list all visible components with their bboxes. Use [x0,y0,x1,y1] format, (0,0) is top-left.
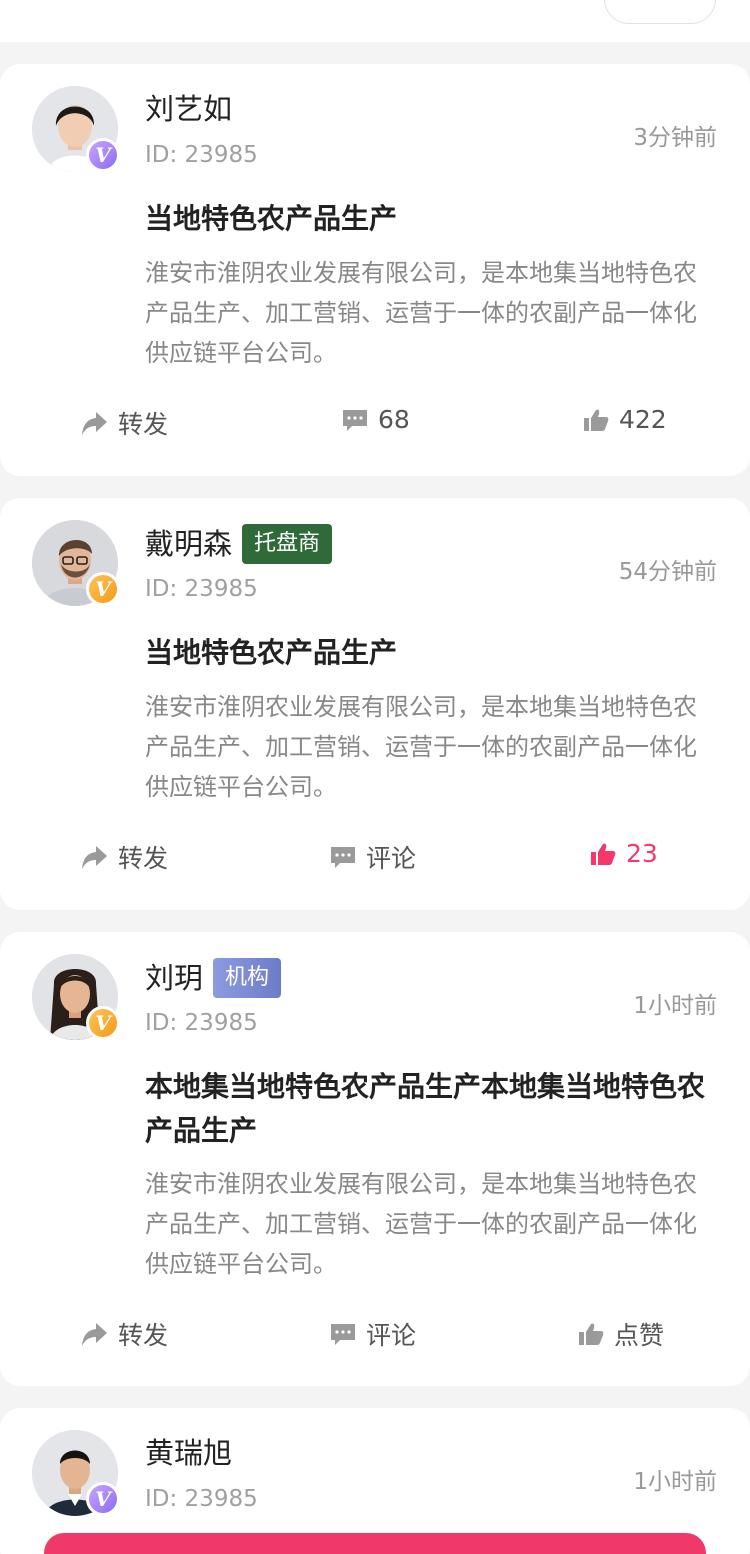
author-name[interactable]: 黄瑞旭 [145,1434,232,1472]
post-actions: 转发 68 422 [0,405,750,445]
comment-label: 评论 [366,1321,417,1350]
bottom-action-button[interactable] [44,1533,706,1554]
author-name[interactable]: 刘艺如 [145,90,232,128]
verified-badge-icon: V [86,572,120,606]
like-button[interactable]: 点赞 [578,1316,664,1352]
share-arrow-icon [82,412,107,435]
share-button[interactable]: 转发 [80,839,168,875]
comment-bubble-icon [331,847,355,868]
like-label: 点赞 [614,1321,665,1350]
post-body[interactable]: 淮安市淮阴农业发展有限公司，是本地集当地特色农产品生产、加工营销、运营于一体的农… [145,1164,710,1284]
thumbs-up-icon [591,843,616,865]
author-id: ID: 23985 [145,576,258,602]
like-button[interactable]: 23 [590,839,658,868]
author-row: 刘玥 机构 [145,958,282,998]
comment-button[interactable]: 评论 [330,839,416,875]
author-row: 黄瑞旭 [145,1434,232,1472]
like-count: 422 [619,405,667,434]
share-arrow-icon [82,1323,107,1346]
post-body[interactable]: 淮安市淮阴农业发展有限公司，是本地集当地特色农产品生产、加工营销、运营于一体的农… [145,253,710,373]
top-bar [0,0,750,42]
post-card[interactable]: V 戴明森 托盘商 ID: 23985 54分钟前 当地特色农产品生产 淮安市淮… [0,498,750,910]
post-title[interactable]: 本地集当地特色农产品生产本地集当地特色农产品生产 [145,1065,723,1153]
top-pill-button[interactable] [604,0,716,24]
verified-badge-icon: V [86,1006,120,1040]
author-id: ID: 23985 [145,142,258,168]
like-button[interactable]: 422 [583,405,667,434]
verified-badge-icon: V [86,1482,120,1516]
post-card[interactable]: V 刘玥 机构 ID: 23985 1小时前 本地集当地特色农产品生产本地集当地… [0,932,750,1386]
author-id: ID: 23985 [145,1010,258,1036]
post-card[interactable]: V 刘艺如 ID: 23985 3分钟前 当地特色农产品生产 淮安市淮阴农业发展… [0,64,750,476]
post-time: 1小时前 [633,1469,717,1495]
avatar[interactable]: V [32,1430,120,1516]
comment-bubble-icon [331,1324,355,1345]
like-count: 23 [626,839,658,868]
share-button[interactable]: 转发 [80,1316,168,1352]
comment-label: 评论 [366,844,417,873]
post-time: 3分钟前 [633,125,717,151]
author-row: 戴明森 托盘商 [145,524,333,564]
comment-bubble-icon [343,409,367,431]
thumbs-up-icon [579,1323,604,1345]
author-name[interactable]: 刘玥 [145,959,203,997]
avatar[interactable]: V [32,520,120,606]
share-button[interactable]: 转发 [80,405,168,441]
share-label: 转发 [118,1321,169,1350]
thumbs-up-icon [584,409,609,431]
role-tag: 托盘商 [242,524,333,564]
post-actions: 转发 评论 点赞 [0,1316,750,1356]
verified-badge-icon: V [86,138,120,172]
author-id: ID: 23985 [145,1486,258,1512]
author-row: 刘艺如 [145,90,232,128]
share-label: 转发 [118,844,169,873]
role-tag: 机构 [213,958,282,998]
share-arrow-icon [82,846,107,869]
author-name[interactable]: 戴明森 [145,525,232,563]
comment-button[interactable]: 68 [342,405,410,434]
post-time: 1小时前 [633,993,717,1019]
post-title[interactable]: 当地特色农产品生产 [145,631,723,675]
post-feed: V 刘艺如 ID: 23985 3分钟前 当地特色农产品生产 淮安市淮阴农业发展… [0,64,750,1554]
post-title[interactable]: 当地特色农产品生产 [145,197,723,241]
post-time: 54分钟前 [618,559,717,585]
share-label: 转发 [118,410,169,439]
avatar[interactable]: V [32,86,120,172]
comment-button[interactable]: 评论 [330,1316,416,1352]
comment-count: 68 [378,405,410,434]
post-actions: 转发 评论 23 [0,839,750,879]
avatar[interactable]: V [32,954,120,1040]
post-body[interactable]: 淮安市淮阴农业发展有限公司，是本地集当地特色农产品生产、加工营销、运营于一体的农… [145,687,710,807]
